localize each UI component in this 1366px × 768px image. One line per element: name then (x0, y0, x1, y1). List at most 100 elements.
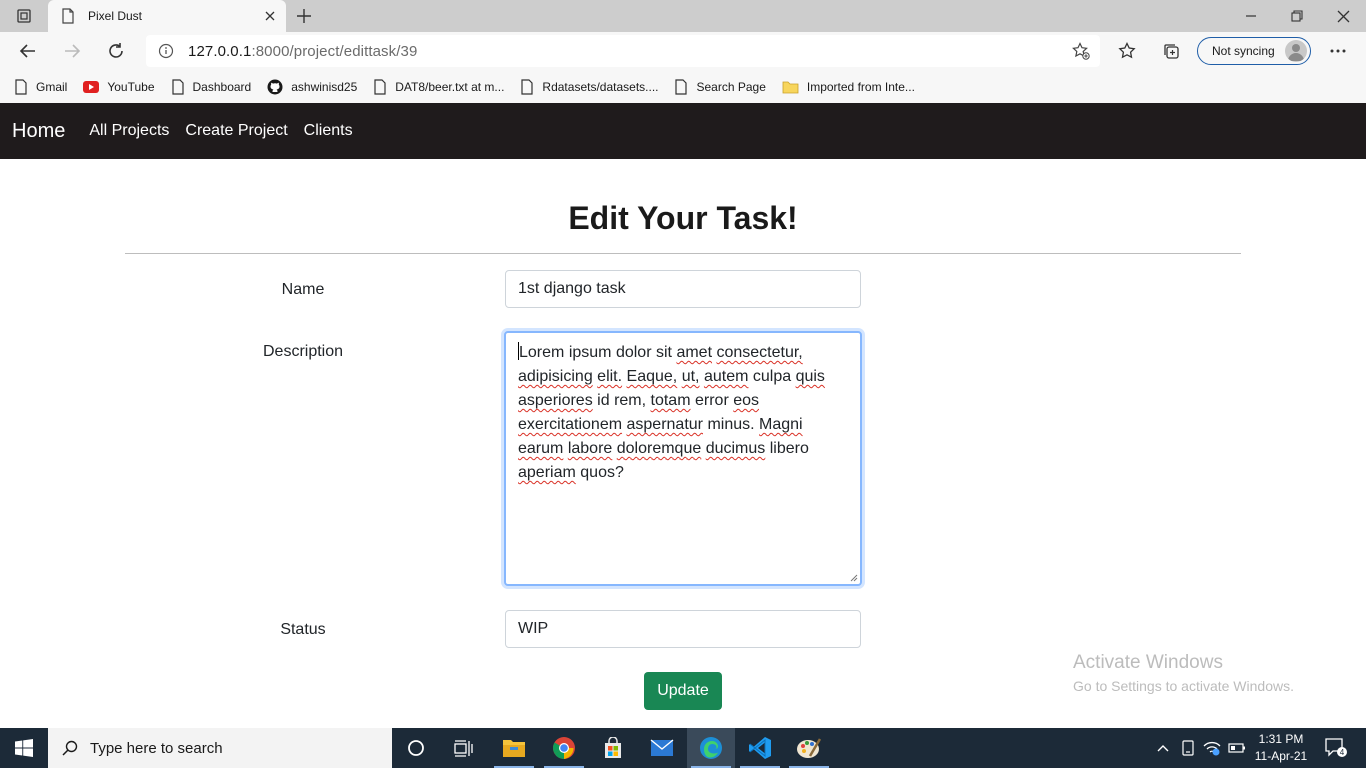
close-icon (1337, 10, 1349, 22)
description-word: doloremque (616, 440, 702, 457)
refresh-icon (109, 43, 123, 58)
bookmark-folder-imported[interactable]: Imported from Inte... (782, 80, 915, 94)
page-icon (15, 78, 27, 95)
cortana-icon (408, 740, 424, 756)
chrome-button[interactable] (540, 728, 588, 768)
description-word: culpa (752, 368, 792, 385)
chrome-icon (553, 737, 575, 759)
url-text[interactable]: 127.0.0.1:8000/project/edittask/39 (188, 43, 417, 60)
bookmark-dat8-beer[interactable]: DAT8/beer.txt at m... (373, 78, 505, 95)
status-input[interactable]: WIP (505, 610, 861, 648)
taskbar-clock[interactable]: 1:31 PM 11-Apr-21 (1252, 731, 1310, 765)
new-tab-button[interactable] (290, 4, 318, 28)
collections-button[interactable] (1155, 36, 1187, 66)
browser-toolbar: 127.0.0.1:8000/project/edittask/39 Not s… (0, 32, 1366, 70)
name-input[interactable]: 1st django task (505, 270, 861, 308)
edge-button[interactable] (687, 728, 735, 768)
task-view-button[interactable] (440, 728, 488, 768)
network-button[interactable] (1200, 728, 1224, 768)
store-button[interactable] (589, 728, 637, 768)
tab-actions-button[interactable] (0, 0, 48, 32)
description-word: dolor (615, 344, 652, 361)
close-window-button[interactable] (1320, 0, 1366, 32)
settings-menu-button[interactable] (1322, 36, 1354, 66)
bookmark-github[interactable]: ashwinisd25 (267, 79, 357, 95)
bookmark-label: ashwinisd25 (291, 79, 358, 94)
url-host: 127.0.0.1 (188, 43, 252, 60)
description-word: totam (650, 392, 691, 409)
notification-count: 4 (1340, 748, 1345, 757)
forward-button[interactable] (56, 36, 88, 66)
description-word: ipsum (568, 344, 612, 361)
nav-link-clients[interactable]: Clients (304, 122, 353, 140)
page-icon (62, 8, 74, 24)
device-icon (1182, 740, 1194, 756)
notification-icon: 4 (1325, 738, 1347, 757)
bookmark-label: Imported from Inte... (806, 79, 915, 94)
page-icon (171, 78, 184, 95)
bookmark-search-page[interactable]: Search Page (674, 78, 766, 95)
page-icon (374, 78, 386, 95)
resize-handle-icon[interactable] (850, 574, 858, 582)
cortana-button[interactable] (392, 728, 440, 768)
mail-button[interactable] (638, 728, 686, 768)
description-word: asperiores (518, 392, 593, 409)
add-favorite-icon[interactable] (1072, 42, 1090, 60)
description-word: ut, (681, 368, 700, 385)
refresh-button[interactable] (100, 36, 132, 66)
file-explorer-button[interactable] (490, 728, 538, 768)
search-icon (62, 740, 78, 756)
bookmark-label: DAT8/beer.txt at m... (395, 79, 505, 94)
start-button[interactable] (0, 728, 48, 768)
nav-link-create-project[interactable]: Create Project (185, 122, 287, 140)
browser-tab[interactable]: Pixel Dust (48, 0, 286, 32)
description-word: error (694, 392, 729, 409)
bookmark-gmail[interactable]: Gmail (14, 78, 67, 95)
store-icon (605, 737, 621, 758)
profile-sync-button[interactable]: Not syncing (1197, 37, 1311, 65)
status-label: Status (280, 621, 326, 638)
description-text: Lorem ipsum dolor sit amet consectetur, … (518, 344, 825, 481)
notification-center-button[interactable]: 4 (1318, 728, 1354, 768)
paint-button[interactable] (785, 728, 833, 768)
show-hidden-icons-button[interactable] (1153, 728, 1173, 768)
address-bar[interactable]: 127.0.0.1:8000/project/edittask/39 (146, 35, 1100, 67)
description-word: libero (769, 440, 809, 457)
favorites-icon (1118, 42, 1136, 59)
restore-button[interactable] (1274, 0, 1320, 32)
description-word: Magni (759, 416, 803, 433)
taskbar-search[interactable]: Type here to search (48, 728, 392, 768)
youtube-icon (83, 80, 100, 93)
favorites-button[interactable] (1111, 36, 1143, 66)
profile-icon (1288, 44, 1304, 61)
nav-link-all-projects[interactable]: All Projects (89, 122, 169, 140)
arrow-right-icon (65, 44, 81, 58)
vscode-button[interactable] (736, 728, 784, 768)
site-info-icon[interactable] (158, 43, 174, 59)
avatar (1285, 40, 1307, 62)
app-navbar: Home All Projects Create Project Clients (0, 103, 1366, 159)
description-word: quos? (580, 464, 624, 481)
bookmark-label: Rdatasets/datasets.... (542, 79, 659, 94)
update-button[interactable]: Update (644, 672, 722, 710)
bookmark-rdatasets[interactable]: Rdatasets/datasets.... (520, 78, 659, 95)
close-tab-icon[interactable] (262, 8, 278, 24)
battery-button[interactable] (1226, 728, 1248, 768)
edge-icon (700, 737, 722, 759)
tray-device-button[interactable] (1178, 728, 1198, 768)
back-button[interactable] (12, 36, 44, 66)
description-textarea[interactable]: Lorem ipsum dolor sit amet consectetur, … (504, 331, 862, 586)
battery-icon (1228, 743, 1245, 753)
watermark-title: Activate Windows (1073, 652, 1223, 673)
chevron-up-icon (1157, 745, 1169, 752)
description-word: elit. (597, 368, 623, 385)
description-word: aspernatur (626, 416, 704, 433)
bookmark-dashboard[interactable]: Dashboard (171, 78, 251, 95)
nav-brand-home[interactable]: Home (12, 120, 65, 143)
url-path: :8000/project/edittask/39 (251, 43, 418, 60)
description-word: eos (733, 392, 760, 409)
bookmark-label: Search Page (696, 79, 766, 94)
bookmark-youtube[interactable]: YouTube (83, 80, 155, 94)
minimize-button[interactable] (1228, 0, 1274, 32)
arrow-left-icon (19, 44, 35, 58)
